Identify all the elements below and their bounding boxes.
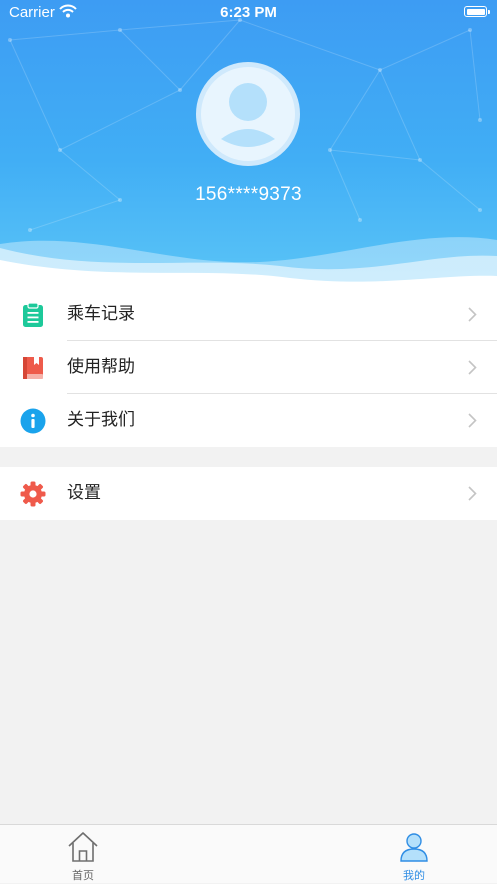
menu-group-main: 乘车记录 使用帮助 关于我们 [0,288,497,447]
gear-icon [20,481,46,507]
menu-item-label: 关于我们 [67,410,135,430]
menu-item-help[interactable]: 使用帮助 [0,341,497,394]
avatar[interactable] [196,62,300,166]
clock: 6:23 PM [220,4,277,21]
chevron-right-icon [468,486,477,501]
phone-number: 156****9373 [195,184,302,205]
chevron-right-icon [468,307,477,322]
menu-item-label: 设置 [67,483,101,503]
profile-header: Carrier 6:23 PM 156****9373 [0,0,497,290]
menu-item-label: 使用帮助 [67,357,135,377]
menu-group-settings: 设置 [0,467,497,520]
user-silhouette-icon [221,83,275,147]
chevron-right-icon [468,413,477,428]
clipboard-icon [23,302,43,327]
book-icon [23,357,43,379]
user-icon [400,833,428,862]
chevron-right-icon [468,360,477,375]
info-icon [20,408,46,434]
menu-item-label: 乘车记录 [67,304,135,324]
home-icon [68,832,98,862]
menu-item-ride-records[interactable]: 乘车记录 [0,288,497,341]
tab-label: 首页 [72,869,94,882]
tab-mine[interactable]: 我的 [369,825,459,884]
menu-item-about-us[interactable]: 关于我们 [0,394,497,447]
tab-label: 我的 [403,869,425,882]
battery-icon [464,6,490,17]
status-bar: Carrier 6:23 PM [0,0,497,26]
tab-bar: 首页 我的 [0,824,497,883]
wave-decoration [0,237,497,290]
tab-home[interactable]: 首页 [38,825,128,884]
menu-item-settings[interactable]: 设置 [0,467,497,520]
